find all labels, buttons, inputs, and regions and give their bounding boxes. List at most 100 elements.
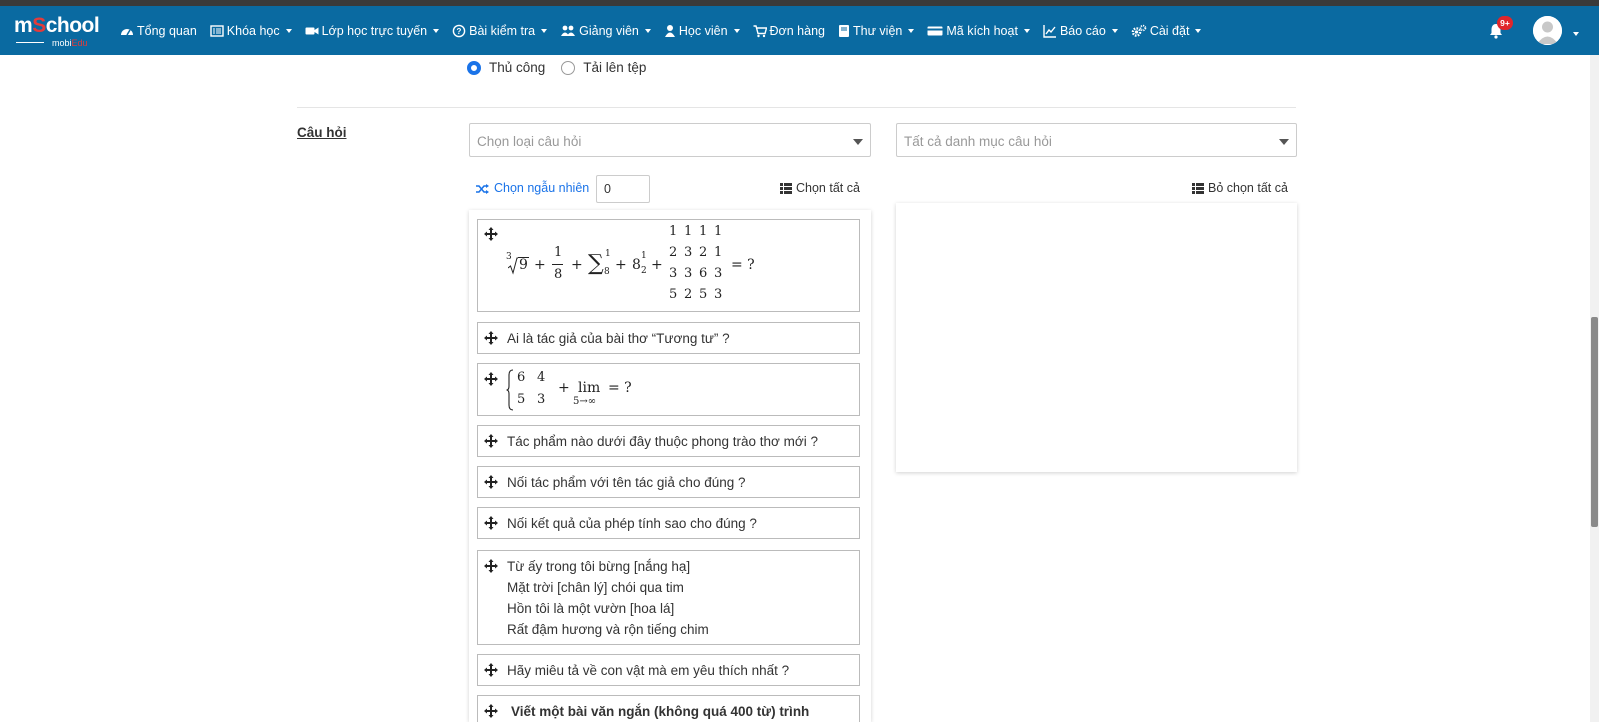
avatar[interactable] [1533, 16, 1562, 45]
notification-badge: 9+ [1497, 16, 1513, 30]
question-category-select[interactable]: Tất cả danh mục câu hỏi [896, 123, 1297, 157]
book-icon [838, 24, 850, 38]
deselect-all-button[interactable]: Bỏ chọn tất cả [1192, 181, 1288, 195]
nav-label: Học viên [678, 23, 728, 38]
section-divider [297, 107, 1296, 108]
logo-accent: S [32, 14, 46, 37]
list-alt-icon [210, 24, 224, 38]
question-item[interactable]: Nối tác phẩm với tên tác giả cho đúng ? [477, 466, 860, 498]
radio-upload-file[interactable] [561, 60, 576, 75]
question-item[interactable]: Tác phẩm nào dưới đây thuộc phong trào t… [477, 425, 860, 457]
question-text: Hãy miêu tả về con vật mà em yêu thích n… [507, 663, 790, 678]
chevron-down-icon [433, 28, 440, 33]
matrix-cell: 6 [699, 266, 708, 281]
math-sum-symbol: ∑ [588, 251, 604, 276]
nav-orders[interactable]: Đơn hàng [753, 24, 825, 38]
logo-sub-part: mobi [52, 38, 72, 48]
nav-label: Lớp học trực tuyến [321, 23, 428, 38]
math-frac-den: 8 [554, 267, 563, 282]
select-placeholder: Chọn loại câu hỏi [477, 134, 582, 149]
logo[interactable]: mSchool mobiEdu [14, 15, 104, 49]
question-item[interactable]: 3 9 + 1 8 + ∑ 1 8 + 8 1 2 + 1 1 1 1 2 3 … [477, 219, 860, 312]
matrix-cell: 5 [669, 287, 678, 302]
chevron-down-icon[interactable] [1573, 32, 1579, 36]
top-navbar: mSchool mobiEdu Tổng quan Khóa học Lớp h… [0, 6, 1599, 55]
question-item[interactable]: Viết một bài văn ngắn (không quá 400 từ)… [477, 695, 860, 722]
nav-reports[interactable]: Báo cáo [1043, 24, 1118, 38]
random-select-link[interactable]: Chọn ngẫu nhiên [476, 181, 589, 195]
math-radicand: 9 [518, 257, 529, 273]
nav-label: Thư viện [853, 23, 903, 38]
random-count-input[interactable]: 0 [596, 175, 650, 203]
math-subscript: 2 [641, 266, 647, 276]
move-icon[interactable] [484, 516, 498, 530]
nav-label: Bài kiểm tra [469, 23, 536, 38]
credit-card-icon [927, 24, 943, 38]
question-item[interactable]: Nối kết quả của phép tính sao cho đúng ? [477, 507, 860, 539]
matrix-cell: 2 [684, 287, 693, 302]
select-all-button[interactable]: Chọn tất cả [780, 181, 860, 195]
logo-sub-accent: Edu [71, 38, 88, 48]
math-plus: + [571, 257, 583, 273]
scrollbar-thumb[interactable] [1591, 317, 1598, 527]
nav-settings[interactable]: Cài đặt [1131, 24, 1202, 38]
logo-text: mSchool [14, 15, 104, 37]
question-type-select[interactable]: Chọn loại câu hỏi [469, 123, 871, 157]
move-icon[interactable] [484, 559, 498, 573]
question-text-line: Hồn tôi là một vườn [hoa lá] [507, 601, 675, 616]
nav-students[interactable]: Học viên [664, 24, 740, 38]
nav-label: Mã kích hoạt [946, 23, 1018, 38]
system-cell: 3 [537, 392, 546, 407]
math-sum-lower: 8 [604, 267, 610, 277]
radio-manual[interactable] [467, 60, 481, 75]
users-icon [560, 24, 576, 38]
chevron-down-icon [1195, 28, 1202, 33]
nav-teachers[interactable]: Giảng viên [560, 24, 651, 38]
move-icon[interactable] [484, 331, 498, 345]
user-icon [664, 24, 676, 38]
move-icon[interactable] [484, 704, 498, 718]
logo-part: chool [45, 14, 100, 37]
chevron-down-icon [908, 28, 915, 33]
main-menu: Tổng quan Khóa học Lớp học trực tuyến ? … [120, 6, 1214, 55]
math-sum-upper: 1 [605, 249, 611, 259]
video-camera-icon [305, 24, 319, 38]
radio-manual-label[interactable]: Thủ công [489, 60, 545, 75]
input-mode-options: Thủ công Tải lên tệp [467, 60, 662, 75]
question-text: Viết một bài văn ngắn (không quá 400 từ)… [511, 704, 810, 719]
question-item[interactable]: 6 4 5 3 + lim 5→∞ = ? [477, 363, 860, 416]
move-icon[interactable] [484, 475, 498, 489]
matrix-cell: 2 [669, 245, 678, 260]
dropdown-arrow-icon [1279, 139, 1289, 145]
question-text-line: Rất đậm hương và rộn tiếng chim [507, 622, 709, 637]
chevron-down-icon [733, 28, 740, 33]
matrix-cell: 3 [684, 266, 693, 281]
move-icon[interactable] [484, 434, 498, 448]
nav-courses[interactable]: Khóa học [210, 24, 292, 38]
line-chart-icon [1043, 24, 1057, 38]
page-scrollbar[interactable] [1590, 55, 1599, 722]
math-plus: + [534, 257, 546, 273]
question-item[interactable]: Từ ấy trong tôi bừng [nắng hạ] Mặt trời … [477, 550, 860, 645]
move-icon[interactable] [484, 663, 498, 677]
nav-activation-codes[interactable]: Mã kích hoạt [927, 24, 1030, 38]
curly-brace-icon [506, 369, 514, 411]
matrix-cell: 3 [669, 266, 678, 281]
math-base: 8 [632, 257, 641, 273]
selected-questions-panel[interactable] [896, 203, 1297, 472]
radio-upload-file-label[interactable]: Tải lên tệp [583, 60, 646, 75]
question-item[interactable]: Hãy miêu tả về con vật mà em yêu thích n… [477, 654, 860, 686]
radical-sign-icon [508, 257, 518, 275]
move-icon[interactable] [484, 227, 498, 241]
move-icon[interactable] [484, 372, 498, 386]
list-icon [1192, 182, 1204, 194]
question-text: Tác phẩm nào dưới đây thuộc phong trào t… [507, 434, 819, 449]
matrix-cell: 2 [699, 245, 708, 260]
nav-library[interactable]: Thư viện [838, 23, 915, 38]
nav-tests[interactable]: ? Bài kiểm tra [452, 23, 548, 38]
question-item[interactable]: Ai là tác giả của bài thơ “Tương tư” ? [477, 322, 860, 354]
matrix-cell: 1 [714, 245, 723, 260]
nav-online-class[interactable]: Lớp học trực tuyến [305, 24, 440, 38]
chevron-down-icon [1111, 28, 1118, 33]
nav-dashboard[interactable]: Tổng quan [120, 24, 197, 38]
